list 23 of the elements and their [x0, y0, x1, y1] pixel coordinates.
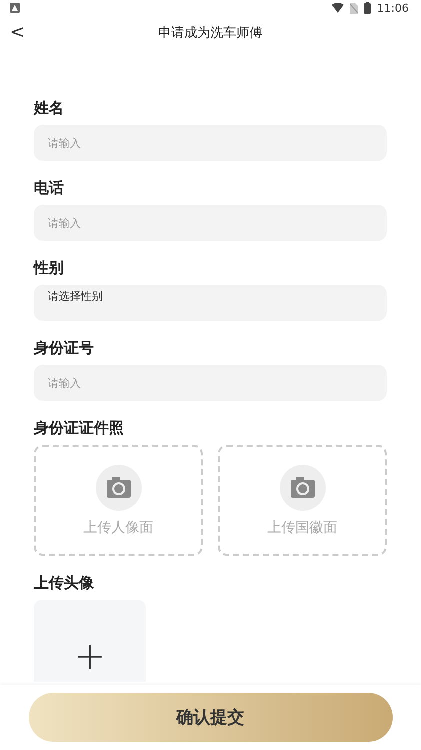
field-label: 姓名: [34, 98, 65, 118]
select-field[interactable]: 请选择性别: [34, 285, 387, 321]
input-field[interactable]: 请输入: [34, 365, 387, 401]
field-label: 身份证证件照: [34, 418, 125, 438]
upload-area[interactable]: 上传国徽面: [218, 445, 387, 556]
avatar-upload[interactable]: +: [34, 600, 146, 682]
field-label: 上传头像: [34, 573, 95, 593]
input-field[interactable]: 请输入: [34, 125, 387, 161]
camera-icon: [280, 464, 326, 510]
submit-button[interactable]: 确认提交: [28, 693, 392, 742]
input-field[interactable]: 请输入: [34, 205, 387, 241]
field-label: 性别: [34, 258, 65, 278]
page-title: 申请成为洗车师傅: [158, 25, 262, 42]
camera-icon: [96, 464, 142, 510]
status-time: 11:06: [377, 2, 409, 14]
wifi-icon: [332, 3, 344, 13]
back-button[interactable]: <: [10, 22, 26, 43]
field-label: 身份证号: [34, 338, 95, 358]
field-label: 电话: [34, 178, 65, 198]
notification-icon: [10, 3, 20, 13]
no-sim-icon: [350, 2, 358, 14]
battery-icon: [364, 2, 372, 14]
upload-area[interactable]: 上传人像面: [34, 445, 203, 556]
